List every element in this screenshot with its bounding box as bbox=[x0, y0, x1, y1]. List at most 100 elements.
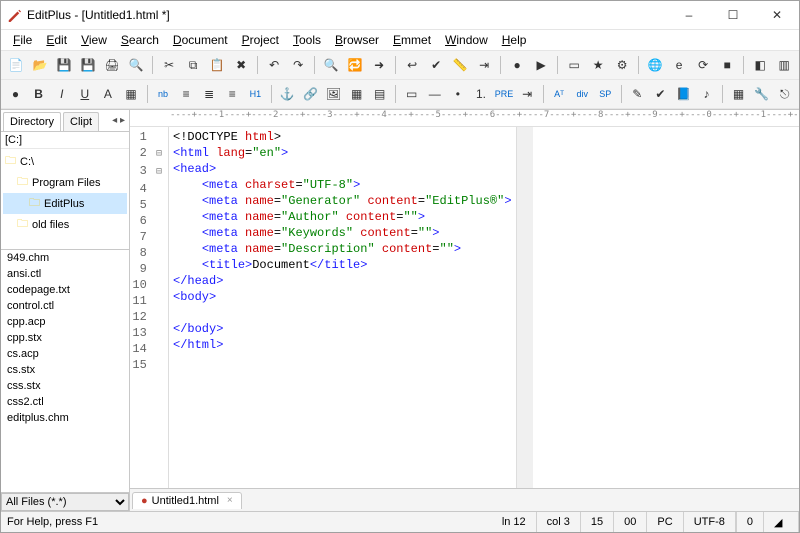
heading-button[interactable]: H1 bbox=[245, 82, 266, 106]
menu-search[interactable]: Search bbox=[115, 31, 165, 49]
file-item[interactable]: css.stx bbox=[1, 378, 129, 394]
file-filter[interactable]: All Files (*.*) bbox=[1, 492, 129, 511]
ruler-button[interactable]: 📏 bbox=[449, 53, 471, 77]
image-button[interactable]: 🖼 bbox=[323, 82, 344, 106]
file-item[interactable]: cpp.acp bbox=[1, 314, 129, 330]
folder-tree[interactable]: 🗀C:\🗀Program Files🗀EditPlus🗀old files bbox=[1, 149, 129, 250]
sidebar-tab-directory[interactable]: Directory bbox=[3, 112, 61, 131]
music-button[interactable]: ♪ bbox=[696, 82, 717, 106]
print-button[interactable]: 🖨 bbox=[101, 53, 123, 77]
menu-tools[interactable]: Tools bbox=[287, 31, 327, 49]
record-button[interactable]: ● bbox=[506, 53, 528, 77]
document-tab[interactable]: ● Untitled1.html × bbox=[132, 492, 242, 509]
cfg-button[interactable]: ⚙ bbox=[611, 53, 633, 77]
preview-button[interactable]: 🔍 bbox=[125, 53, 147, 77]
toggle-output-button[interactable]: ▥ bbox=[773, 53, 795, 77]
exit-button[interactable]: ⎋ bbox=[774, 82, 795, 106]
toggle-pane-button[interactable]: ◧ bbox=[749, 53, 771, 77]
tree-item[interactable]: 🗀old files bbox=[3, 214, 127, 235]
file-item[interactable]: control.ctl bbox=[1, 298, 129, 314]
spell-button[interactable]: ✔ bbox=[425, 53, 447, 77]
menu-browser[interactable]: Browser bbox=[329, 31, 385, 49]
file-list[interactable]: 949.chmansi.ctlcodepage.txtcontrol.ctlcp… bbox=[1, 250, 129, 492]
copy-button[interactable]: ⧉ bbox=[182, 53, 204, 77]
menu-view[interactable]: View bbox=[75, 31, 113, 49]
refresh-button[interactable]: ⟳ bbox=[692, 53, 714, 77]
link-button[interactable]: 🔗 bbox=[300, 82, 321, 106]
browser-ie-button[interactable]: e bbox=[668, 53, 690, 77]
saveall-button[interactable]: 💾 bbox=[77, 53, 99, 77]
file-item[interactable]: css2.ctl bbox=[1, 394, 129, 410]
tabs-button[interactable]: ⇥ bbox=[473, 53, 495, 77]
file-item[interactable]: cs.acp bbox=[1, 346, 129, 362]
menu-edit[interactable]: Edit bbox=[40, 31, 73, 49]
grid-button[interactable]: ▦ bbox=[728, 82, 749, 106]
text-a-button[interactable]: Aᵀ bbox=[549, 82, 570, 106]
drive-selector[interactable]: [C:] bbox=[1, 132, 129, 149]
nb-button[interactable]: nb bbox=[152, 82, 173, 106]
right-button[interactable]: ≡ bbox=[222, 82, 243, 106]
check-button[interactable]: ✔ bbox=[650, 82, 671, 106]
code-area[interactable]: 1 2 ⊟3 ⊟4 5 6 7 8 9 10 11 12 13 14 15 <!… bbox=[130, 127, 799, 488]
hr-button[interactable]: — bbox=[424, 82, 445, 106]
undo-button[interactable]: ↶ bbox=[263, 53, 285, 77]
replace-button[interactable]: 🔁 bbox=[344, 53, 366, 77]
delete-button[interactable]: ✖ bbox=[230, 53, 252, 77]
redo-button[interactable]: ↷ bbox=[287, 53, 309, 77]
doc-tab-close-icon[interactable]: × bbox=[227, 495, 233, 506]
find-button[interactable]: 🔍 bbox=[320, 53, 342, 77]
menu-window[interactable]: Window bbox=[439, 31, 494, 49]
file-item[interactable]: editplus.chm bbox=[1, 410, 129, 426]
maximize-button[interactable]: ☐ bbox=[711, 1, 755, 29]
file-filter-select[interactable]: All Files (*.*) bbox=[1, 493, 129, 511]
file-item[interactable]: 949.chm bbox=[1, 250, 129, 266]
font-button[interactable]: A bbox=[97, 82, 118, 106]
pre-button[interactable]: PRE bbox=[494, 82, 515, 106]
code-content[interactable]: <!DOCTYPE html><html lang="en"><head> <m… bbox=[169, 127, 516, 488]
file-item[interactable]: ansi.ctl bbox=[1, 266, 129, 282]
menu-help[interactable]: Help bbox=[496, 31, 533, 49]
open-button[interactable]: 📂 bbox=[29, 53, 51, 77]
frame-button[interactable]: ▭ bbox=[401, 82, 422, 106]
file-item[interactable]: cpp.stx bbox=[1, 330, 129, 346]
center-button[interactable]: ≣ bbox=[199, 82, 220, 106]
olist-button[interactable]: 1. bbox=[470, 82, 491, 106]
left-button[interactable]: ≡ bbox=[176, 82, 197, 106]
ball-button[interactable]: ● bbox=[5, 82, 26, 106]
paste-button[interactable]: 📋 bbox=[206, 53, 228, 77]
tree-item[interactable]: 🗀C:\ bbox=[3, 151, 127, 172]
scrollbar-vertical[interactable] bbox=[516, 127, 533, 488]
menu-emmet[interactable]: Emmet bbox=[387, 31, 437, 49]
sidebar-tab-cliptext[interactable]: Clipt bbox=[63, 112, 99, 131]
menu-file[interactable]: File bbox=[7, 31, 38, 49]
div-button[interactable]: div bbox=[572, 82, 593, 106]
form-button[interactable]: ▤ bbox=[369, 82, 390, 106]
file-item[interactable]: cs.stx bbox=[1, 362, 129, 378]
sidebar-tab-nav[interactable]: ◂ ▸ bbox=[108, 115, 129, 126]
wrap-button[interactable]: ↩ bbox=[401, 53, 423, 77]
status-resize-grip[interactable]: ◢ bbox=[764, 512, 799, 532]
bold-button[interactable]: B bbox=[28, 82, 49, 106]
menu-document[interactable]: Document bbox=[167, 31, 234, 49]
sp-button[interactable]: SP bbox=[595, 82, 616, 106]
play-button[interactable]: ▶ bbox=[530, 53, 552, 77]
tree-item[interactable]: 🗀EditPlus bbox=[3, 193, 127, 214]
indent-button[interactable]: ⇥ bbox=[517, 82, 538, 106]
italic-button[interactable]: I bbox=[51, 82, 72, 106]
table-button[interactable]: ▦ bbox=[346, 82, 367, 106]
new-button[interactable]: 📄 bbox=[5, 53, 27, 77]
edit-button[interactable]: ✎ bbox=[627, 82, 648, 106]
col-sel-button[interactable]: ▭ bbox=[563, 53, 585, 77]
menu-project[interactable]: Project bbox=[236, 31, 285, 49]
cut-button[interactable]: ✂ bbox=[158, 53, 180, 77]
color-button[interactable]: ▦ bbox=[120, 82, 141, 106]
goto-button[interactable]: ➜ bbox=[368, 53, 390, 77]
tree-item[interactable]: 🗀Program Files bbox=[3, 172, 127, 193]
file-item[interactable]: codepage.txt bbox=[1, 282, 129, 298]
bookmark-button[interactable]: ★ bbox=[587, 53, 609, 77]
book-button[interactable]: 📘 bbox=[673, 82, 694, 106]
browser-button[interactable]: 🌐 bbox=[644, 53, 666, 77]
minimize-button[interactable]: – bbox=[667, 1, 711, 29]
anchor-button[interactable]: ⚓ bbox=[277, 82, 298, 106]
stop-button[interactable]: ■ bbox=[716, 53, 738, 77]
